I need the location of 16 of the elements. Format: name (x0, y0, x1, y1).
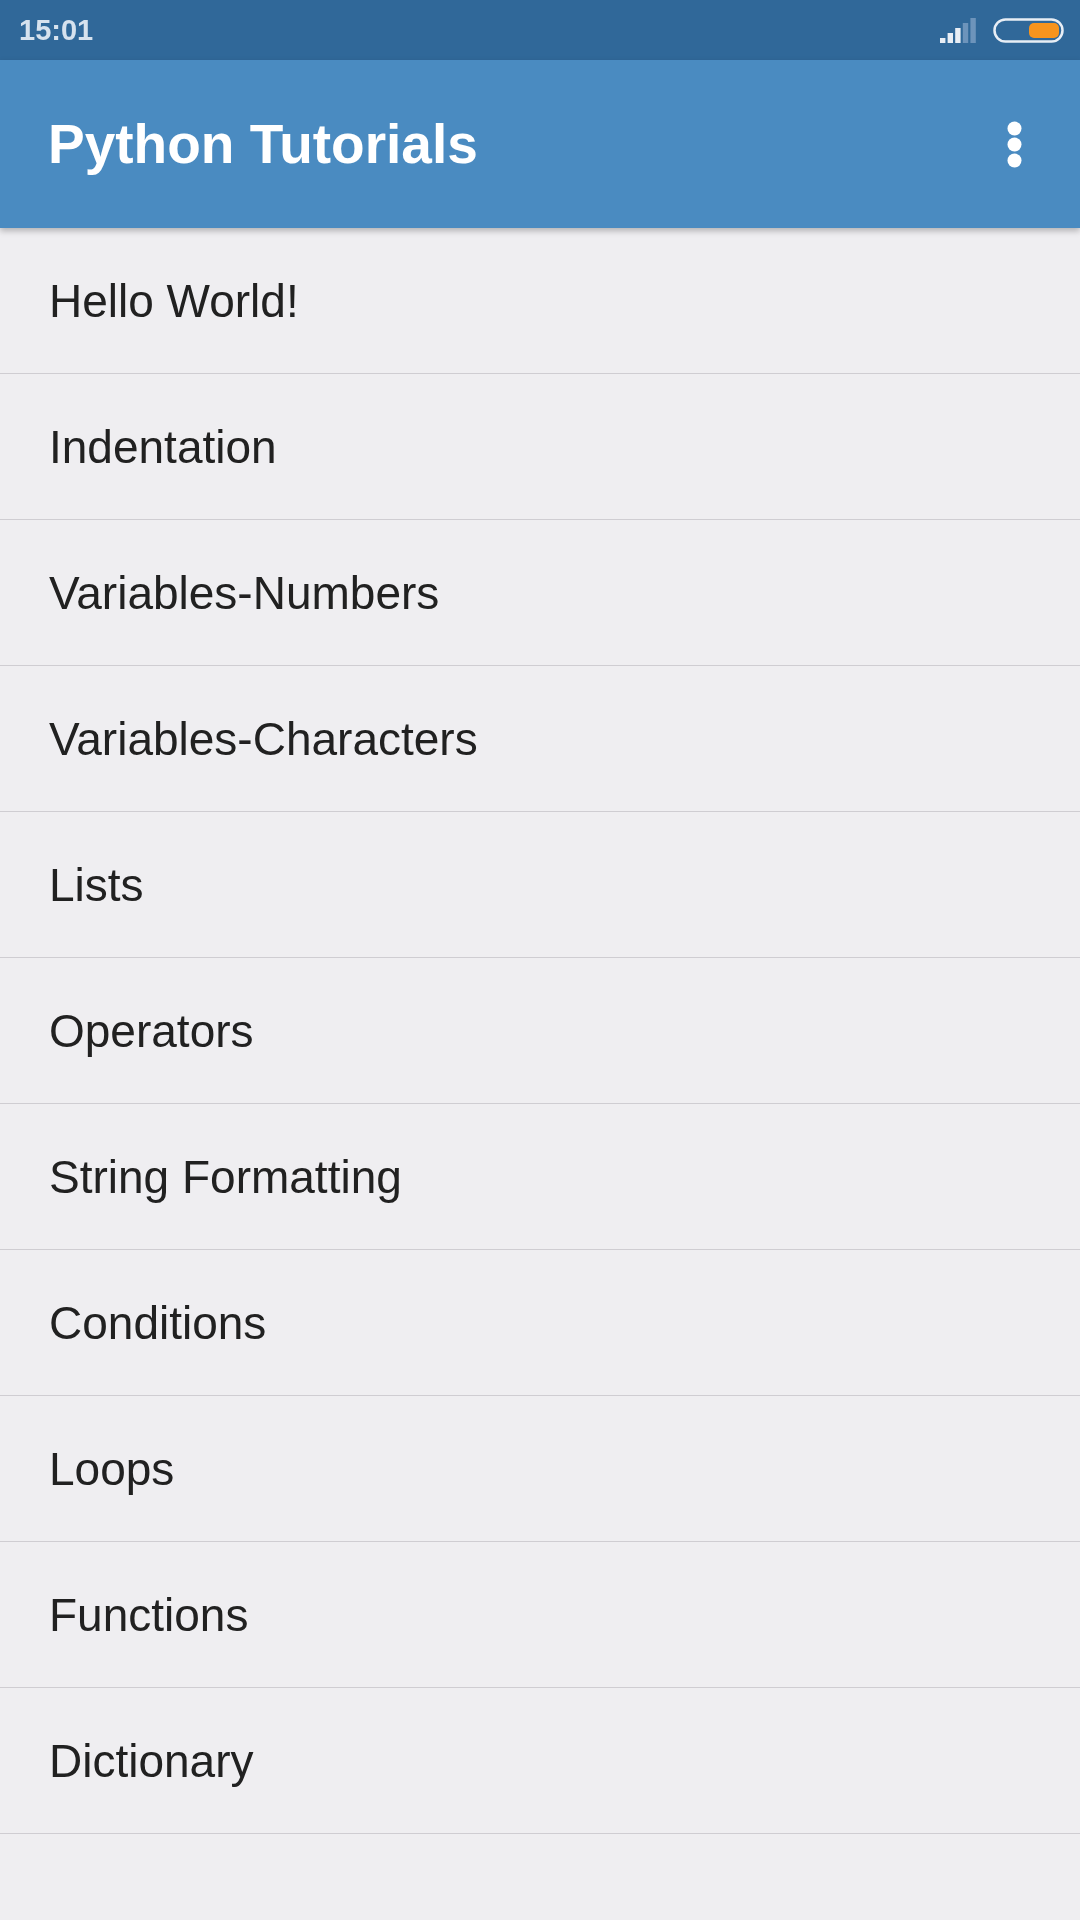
tutorial-list-item[interactable]: Indentation (0, 374, 1080, 520)
battery-icon (993, 17, 1064, 43)
tutorial-list-item[interactable]: Variables-Characters (0, 666, 1080, 812)
more-options-button[interactable] (1007, 120, 1022, 168)
tutorial-list-item[interactable]: Lists (0, 812, 1080, 958)
tutorial-list-item[interactable]: Operators (0, 958, 1080, 1104)
more-vertical-icon (1007, 120, 1022, 168)
signal-strength-icon (940, 17, 978, 43)
status-time: 15:01 (19, 15, 94, 45)
tutorial-list-item[interactable]: Conditions (0, 1250, 1080, 1396)
tutorial-list-item[interactable]: Hello World! (0, 228, 1080, 374)
tutorial-list-item[interactable]: Variables-Numbers (0, 520, 1080, 666)
tutorial-list-item[interactable]: Loops (0, 1396, 1080, 1542)
tutorial-list-item[interactable]: String Formatting (0, 1104, 1080, 1250)
tutorial-list-item[interactable]: Dictionary (0, 1688, 1080, 1834)
tutorial-list-item[interactable]: Functions (0, 1542, 1080, 1688)
